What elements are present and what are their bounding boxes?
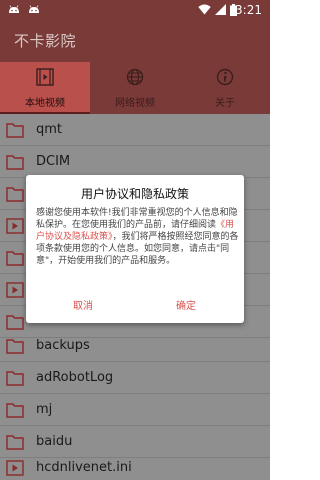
file-name: baidu [36,434,73,449]
folder-icon [6,123,24,138]
file-name: DCIM [36,154,71,169]
tab-label: 网络视频 [115,98,155,109]
folder-icon [6,187,24,202]
video-icon [36,68,54,86]
tab-label: 本地视频 [25,98,65,109]
app-title: 不卡影院 [14,32,77,50]
folder-icon [6,155,24,170]
file-name: backups [36,338,90,353]
folder-icon [6,435,24,450]
android-notification-icon [9,5,19,13]
file-name: qmt [36,122,63,137]
file-name: hcdnlivenet.ini [36,460,132,475]
file-row[interactable]: backups [0,330,270,362]
file-row[interactable]: DCIM [0,146,270,178]
tab-about[interactable]: 关于 [180,62,270,114]
video-file-icon [6,218,24,234]
folder-icon [6,371,24,386]
tab-label: 关于 [215,98,235,109]
dialog-body: 感谢您使用本软件!我们非常重视您的个人信息和隐私保护。在您使用我们的产品前，请仔… [36,207,240,267]
file-row[interactable]: mj [0,394,270,426]
dialog-title: 用户协议和隐私政策 [80,187,189,201]
signal-icon [215,4,226,15]
dialog-body-text: 感谢您使用本软件!我们非常重视您的个人信息和隐私保护。在您使用我们的产品前，请仔… [36,208,238,230]
file-row[interactable]: adRobotLog [0,362,270,394]
file-name: mj [36,402,53,417]
android-notification-icon [29,5,39,13]
wifi-icon [198,4,211,15]
video-file-icon [6,460,24,476]
tab-local-video[interactable]: 本地视频 [0,62,90,114]
info-icon [216,68,234,86]
status-bar: 3:21 [0,0,270,20]
video-file-icon [6,282,24,298]
tab-bar: 本地视频 网络视频 关于 [0,62,270,114]
status-time: 3:21 [235,3,262,17]
globe-icon [126,68,144,86]
file-name: adRobotLog [36,370,114,385]
folder-icon [6,403,24,418]
folder-icon [6,315,24,330]
confirm-button[interactable]: 确定 [176,297,196,312]
tab-network-video[interactable]: 网络视频 [90,62,180,114]
file-row[interactable]: hcdnlivenet.ini [0,452,270,480]
app-bar: 不卡影院 [0,20,270,62]
cancel-button[interactable]: 取消 [73,297,93,312]
privacy-dialog: 用户协议和隐私政策 感谢您使用本软件!我们非常重视您的个人信息和隐私保护。在您使… [26,175,244,323]
file-row[interactable]: qmt [0,114,270,146]
folder-icon [6,339,24,354]
folder-icon [6,251,24,266]
